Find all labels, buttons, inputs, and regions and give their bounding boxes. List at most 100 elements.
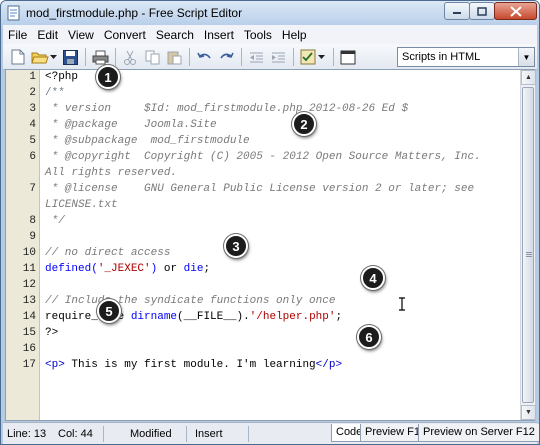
status-modified: Modified bbox=[130, 428, 172, 440]
code-editor[interactable]: 1 2 3 4 5 6 7 8 9 10 11 12 13 14 15 16 1… bbox=[5, 69, 536, 421]
code-line: LICENSE.txt bbox=[45, 199, 118, 211]
code-token-paren: ( bbox=[177, 311, 184, 323]
script-type-select[interactable]: Scripts in HTML ▼ bbox=[397, 47, 535, 67]
code-token-string: '/helper.php' bbox=[249, 311, 336, 323]
toolbar-separator bbox=[189, 48, 190, 66]
scroll-thumb[interactable] bbox=[522, 87, 534, 403]
line-number-gutter: 1 2 3 4 5 6 7 8 9 10 11 12 13 14 15 16 1… bbox=[6, 70, 40, 420]
chevron-up-icon: ▲ bbox=[525, 74, 532, 81]
callout-marker-6: 6 bbox=[357, 325, 381, 349]
outdent-icon bbox=[249, 52, 263, 62]
open-dropdown[interactable] bbox=[49, 48, 59, 66]
line-number: 4 bbox=[29, 119, 36, 131]
code-token-string: '_JEXEC' bbox=[97, 263, 151, 275]
chevron-down-icon: ▼ bbox=[518, 48, 534, 66]
scroll-down-button[interactable]: ▼ bbox=[521, 405, 536, 420]
copy-icon bbox=[145, 50, 159, 64]
window-title: mod_firstmodule.php - Free Script Editor bbox=[26, 6, 243, 20]
status-separator bbox=[248, 426, 249, 442]
toolbar-separator bbox=[333, 48, 334, 66]
indent-button[interactable] bbox=[269, 48, 287, 66]
toolbar-separator bbox=[115, 48, 116, 66]
line-number: 8 bbox=[29, 215, 36, 227]
line-number: 2 bbox=[29, 87, 36, 99]
code-token-function: defined bbox=[45, 263, 92, 275]
checklist-button[interactable] bbox=[299, 48, 317, 66]
line-number: 14 bbox=[22, 311, 36, 323]
menu-bar: File Edit View Convert Search Insert Too… bbox=[3, 25, 537, 44]
window-button[interactable] bbox=[339, 48, 357, 66]
app-icon bbox=[7, 5, 20, 21]
scroll-up-button[interactable]: ▲ bbox=[521, 70, 536, 85]
text-cursor-icon bbox=[399, 297, 405, 311]
toolbar-separator bbox=[85, 48, 86, 66]
menu-tools[interactable]: Tools bbox=[239, 28, 277, 42]
line-number: 1 bbox=[29, 71, 36, 83]
menu-convert[interactable]: Convert bbox=[99, 28, 151, 42]
line-number: 16 bbox=[22, 343, 36, 355]
outdent-button[interactable] bbox=[247, 48, 265, 66]
line-number: 17 bbox=[22, 359, 36, 371]
code-token-constant: __FILE__ bbox=[183, 311, 237, 323]
code-line-html: <p> This is my first module. I'm learnin… bbox=[45, 359, 342, 371]
cut-icon bbox=[124, 50, 136, 65]
redo-icon bbox=[219, 52, 234, 58]
code-token-end: ; bbox=[335, 311, 343, 323]
menu-file[interactable]: File bbox=[3, 28, 32, 42]
toolbar-separator bbox=[241, 48, 242, 66]
copy-button[interactable] bbox=[143, 48, 161, 66]
window-icon bbox=[340, 50, 356, 64]
code-token-end: ; bbox=[203, 263, 211, 275]
open-folder-icon bbox=[31, 52, 49, 64]
code-line: * version $Id: mod_firstmodule.php 2012-… bbox=[45, 103, 409, 115]
script-type-value: Scripts in HTML bbox=[402, 51, 481, 63]
open-button[interactable] bbox=[31, 48, 49, 66]
line-number: 6 bbox=[29, 151, 36, 163]
callout-marker-1: 1 bbox=[96, 65, 120, 89]
checklist-dropdown[interactable] bbox=[317, 48, 327, 66]
menu-insert[interactable]: Insert bbox=[199, 28, 239, 42]
status-insert-mode: Insert bbox=[195, 428, 223, 440]
code-line: All rights reserved. bbox=[45, 167, 178, 179]
code-line: <?php bbox=[45, 71, 79, 83]
menu-edit[interactable]: Edit bbox=[32, 28, 63, 42]
code-line: /** bbox=[45, 87, 65, 99]
vertical-scrollbar[interactable]: ▲ ▼ bbox=[520, 70, 536, 420]
close-button[interactable] bbox=[494, 2, 537, 20]
callout-marker-4: 4 bbox=[361, 266, 385, 290]
chevron-down-icon: ▼ bbox=[525, 409, 532, 416]
code-line: * @license GNU General Public License ve… bbox=[45, 183, 475, 195]
code-token-keyword: die bbox=[183, 263, 204, 275]
code-token-operator: or bbox=[157, 263, 184, 275]
paste-button[interactable] bbox=[165, 48, 183, 66]
dropdown-arrow-icon bbox=[50, 55, 57, 59]
print-button[interactable] bbox=[91, 48, 109, 66]
menu-view[interactable]: View bbox=[63, 28, 99, 42]
code-line: * @subpackage mod_firstmodule bbox=[45, 135, 250, 147]
line-number: 5 bbox=[29, 135, 36, 147]
code-line: * @copyright Copyright (C) 2005 - 2012 O… bbox=[45, 151, 481, 163]
menu-search[interactable]: Search bbox=[151, 28, 199, 42]
undo-button[interactable] bbox=[195, 48, 213, 66]
code-token-tag: </p> bbox=[315, 359, 343, 371]
minimize-button[interactable] bbox=[444, 2, 470, 20]
paste-icon bbox=[167, 51, 181, 64]
redo-button[interactable] bbox=[217, 48, 235, 66]
status-column: Col: 44 bbox=[58, 428, 93, 440]
new-file-button[interactable] bbox=[9, 48, 27, 66]
undo-icon bbox=[196, 52, 211, 58]
line-number: 10 bbox=[22, 247, 36, 259]
code-line-require: require_once dirname(__FILE__).'/helper.… bbox=[45, 311, 342, 323]
minimize-icon bbox=[453, 12, 461, 14]
tab-preview-on-server[interactable]: Preview on Server F12 bbox=[418, 424, 539, 442]
maximize-button[interactable] bbox=[469, 2, 495, 20]
cut-button[interactable] bbox=[121, 48, 139, 66]
line-number: 13 bbox=[22, 295, 36, 307]
title-bar[interactable]: mod_firstmodule.php - Free Script Editor bbox=[1, 1, 539, 25]
code-token-function: dirname bbox=[130, 311, 178, 323]
menu-help[interactable]: Help bbox=[277, 28, 312, 42]
save-button[interactable] bbox=[61, 48, 79, 66]
code-line-defined: defined('_JEXEC') or die; bbox=[45, 263, 211, 275]
indent-icon bbox=[271, 52, 285, 62]
checklist-icon bbox=[300, 49, 316, 65]
